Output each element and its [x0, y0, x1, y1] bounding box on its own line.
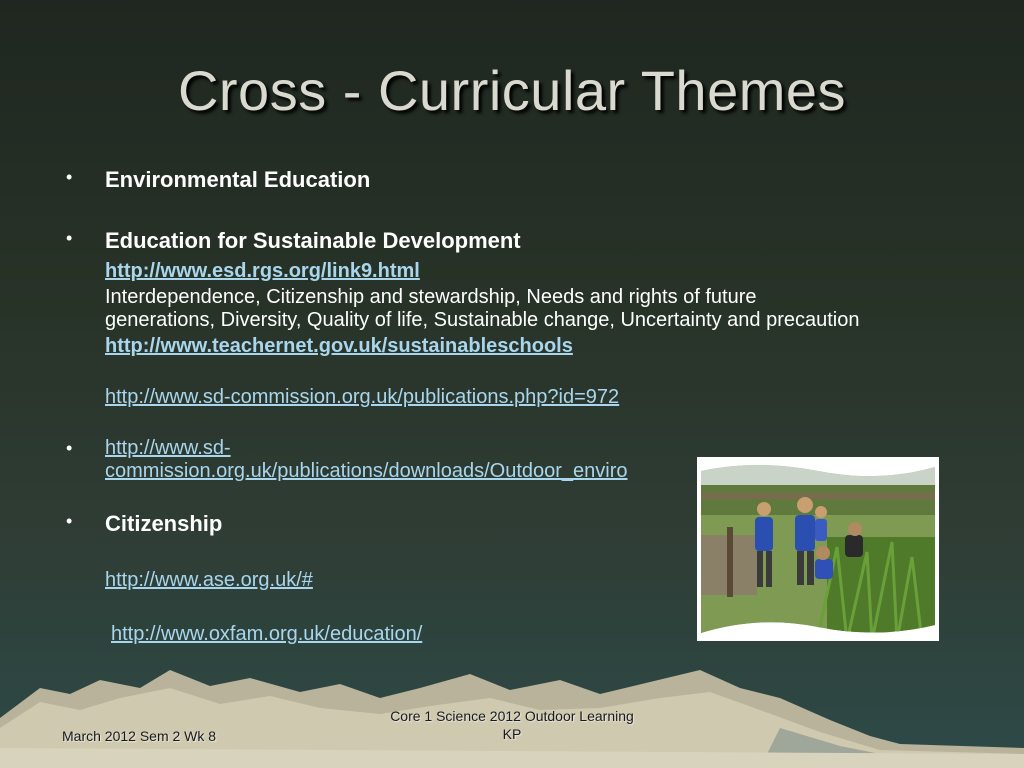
bullet-icon: •	[66, 228, 73, 248]
esd-description-line1: Interdependence, Citizenship and steward…	[105, 286, 757, 308]
photo-image	[701, 465, 935, 633]
footer-course-line2: KP	[502, 726, 522, 742]
esd-rgs-link[interactable]: http://www.esd.rgs.org/link9.html	[105, 260, 420, 283]
esd-description: Interdependence, Citizenship and steward…	[105, 286, 985, 332]
footer-course-line1: Core 1 Science 2012 Outdoor Learning	[390, 708, 634, 724]
ase-link[interactable]: http://www.ase.org.uk/#	[105, 569, 313, 592]
oxfam-link[interactable]: http://www.oxfam.org.uk/education/	[111, 623, 422, 646]
esd-description-line2: generations, Diversity, Quality of life,…	[105, 309, 860, 331]
sd-commission-link[interactable]: http://www.sd-commission.org.uk/publicat…	[105, 386, 619, 409]
esd-heading: Education for Sustainable Development	[105, 228, 521, 253]
sd-commission-outdoor-link-line1: http://www.sd-	[105, 437, 231, 459]
bullet-icon: •	[66, 167, 73, 187]
slide-title: Cross - Curricular Themes	[177, 59, 847, 122]
footer-date: March 2012 Sem 2 Wk 8	[62, 728, 217, 744]
teachernet-link[interactable]: http://www.teachernet.gov.uk/sustainable…	[105, 335, 573, 358]
children-outdoor-photo	[697, 457, 939, 641]
footer-course: Core 1 Science 2012 Outdoor Learning KP	[352, 707, 672, 743]
bullet-icon: •	[66, 438, 73, 458]
environmental-education-heading: Environmental Education	[105, 167, 371, 192]
sd-commission-outdoor-link[interactable]: http://www.sd- commission.org.uk/publica…	[105, 437, 628, 483]
bullet-icon: •	[66, 511, 73, 531]
sd-commission-outdoor-link-line2: commission.org.uk/publications/downloads…	[105, 460, 628, 482]
citizenship-heading: Citizenship	[105, 511, 223, 536]
